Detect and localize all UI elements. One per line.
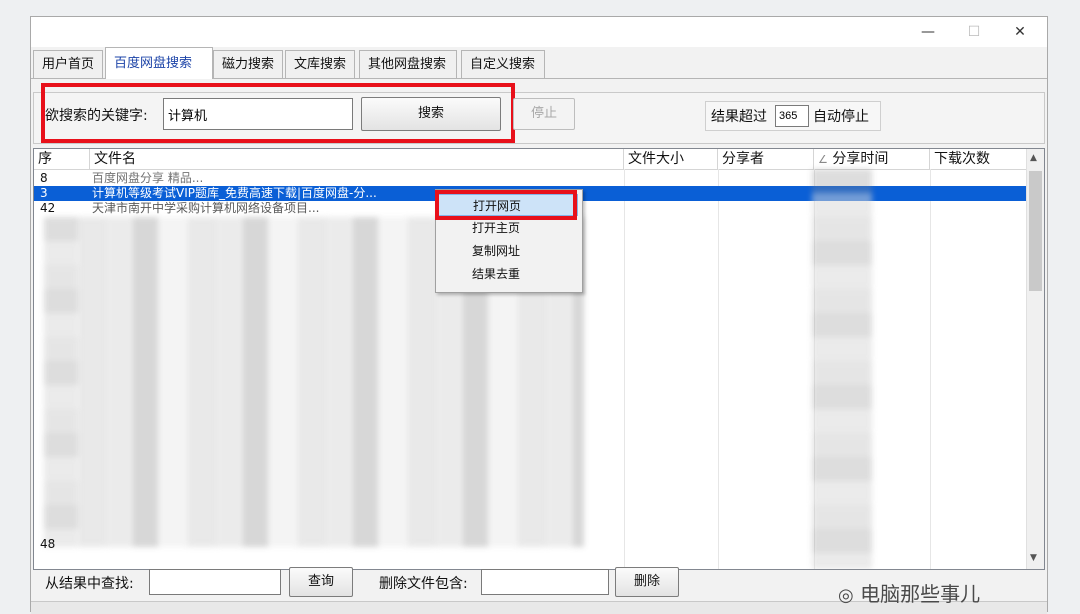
table-row[interactable]: 48 [34, 537, 1028, 552]
row-index: 3 [40, 186, 48, 200]
sort-icon: ∠ [818, 153, 828, 166]
row-filename: 百度网盘分享 精品... [92, 171, 204, 185]
column-share-time-label: 分享时间 [832, 151, 889, 167]
column-filename[interactable]: 文件名 [90, 149, 624, 169]
minimize-icon: — [921, 24, 935, 40]
app-window: — ☐ ✕ 用户首页 百度网盘搜索 磁力搜索 文库搜索 其他网盘搜索 自定义搜索… [30, 16, 1048, 614]
column-downloads[interactable]: 下载次数 [930, 149, 1028, 169]
tab-wenku-search[interactable]: 文库搜索 [285, 50, 355, 78]
maximize-icon: ☐ [967, 24, 981, 40]
blurred-index-column [44, 217, 78, 547]
minimize-button[interactable]: — [905, 17, 951, 47]
highlight-search-box [41, 83, 515, 143]
tab-custom-search[interactable]: 自定义搜索 [461, 50, 545, 78]
limit-prefix-label: 结果超过 [711, 109, 767, 125]
highlight-open-page [435, 190, 577, 220]
tab-baidu-search[interactable]: 百度网盘搜索 [105, 47, 213, 79]
blurred-share-time-column [812, 169, 872, 569]
delete-button[interactable]: 删除 [615, 567, 679, 597]
row-index: 42 [40, 201, 56, 215]
maximize-button[interactable]: ☐ [951, 17, 997, 47]
watermark: ◎ 电脑那些事儿 [838, 578, 980, 607]
limit-input[interactable] [775, 105, 809, 127]
column-separator [718, 169, 719, 569]
stop-button[interactable]: 停止 [513, 98, 575, 130]
row-index: 8 [40, 171, 48, 185]
query-button[interactable]: 查询 [289, 567, 353, 597]
column-separator [624, 169, 625, 569]
limit-suffix-label: 自动停止 [813, 109, 869, 125]
wechat-icon: ◎ [838, 585, 854, 606]
column-sharer[interactable]: 分享者 [718, 149, 814, 169]
find-in-results-label: 从结果中查找: [45, 576, 134, 592]
vertical-scrollbar[interactable]: ▲ ▼ [1026, 149, 1044, 569]
watermark-text: 电脑那些事儿 [860, 582, 981, 606]
find-in-results-input[interactable] [149, 569, 281, 595]
list-header: 序 文件名 文件大小 分享者 ∠ 分享时间 下载次数 [34, 149, 1028, 170]
column-separator [930, 169, 931, 569]
menu-item-dedupe[interactable]: 结果去重 [438, 263, 578, 285]
close-icon: ✕ [1014, 24, 1026, 40]
column-filesize[interactable]: 文件大小 [624, 149, 718, 169]
menu-item-copy-url[interactable]: 复制网址 [438, 240, 578, 262]
scroll-down-icon[interactable]: ▼ [1030, 553, 1037, 563]
title-bar: — ☐ ✕ [31, 17, 1047, 47]
scroll-thumb[interactable] [1029, 171, 1042, 291]
scroll-up-icon[interactable]: ▲ [1030, 153, 1037, 163]
row-index: 48 [40, 537, 56, 551]
close-button[interactable]: ✕ [997, 17, 1043, 47]
column-share-time[interactable]: ∠ 分享时间 [814, 149, 930, 169]
tab-magnet-search[interactable]: 磁力搜索 [213, 50, 283, 78]
tab-other-pan-search[interactable]: 其他网盘搜索 [359, 50, 457, 78]
table-row[interactable]: 8 百度网盘分享 精品... [34, 171, 1028, 186]
delete-contains-label: 删除文件包含: [379, 576, 468, 592]
column-index[interactable]: 序 [34, 149, 90, 169]
menu-item-open-home[interactable]: 打开主页 [438, 217, 578, 239]
tab-user-home[interactable]: 用户首页 [33, 50, 103, 78]
delete-contains-input[interactable] [481, 569, 609, 595]
